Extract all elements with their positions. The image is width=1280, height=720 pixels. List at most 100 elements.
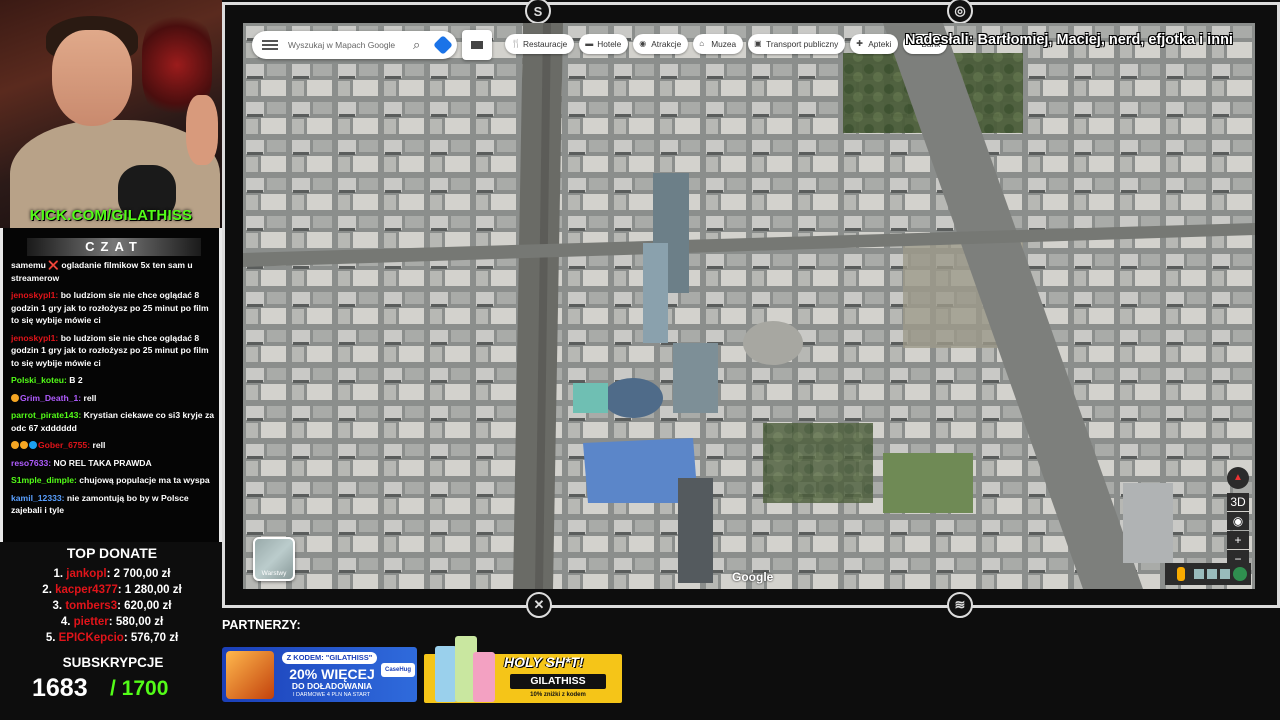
subs-goal: / 1700 — [110, 677, 169, 700]
streamer-hand — [186, 95, 218, 165]
chip-muzea[interactable]: ⌂ Muzea — [693, 34, 744, 54]
zoom-in-button[interactable]: + — [1227, 531, 1249, 549]
chip-label: Transport publiczny — [766, 39, 839, 49]
sponsor-title: HOLY SH*T! — [504, 654, 584, 670]
chat-username[interactable]: Grim_Death_1: — [20, 393, 81, 403]
chat-message: jenoskypl1: bo ludziom sie nie chce oglą… — [11, 289, 219, 327]
search-icon[interactable]: ⌕ — [413, 38, 427, 52]
sponsor-line: I DARMOWE 4 PLN NA START — [292, 692, 371, 698]
bed-icon: ▬ — [585, 39, 594, 48]
menu-icon[interactable] — [262, 40, 278, 50]
chat-username[interactable]: jenoskypl1: — [11, 333, 58, 343]
chat-text: rell — [92, 440, 106, 450]
partners-label: PARTNERZY: — [222, 618, 301, 632]
compass-icon[interactable]: ▲ — [1227, 467, 1249, 489]
layers-button[interactable]: Warstwy — [253, 537, 295, 581]
satellite-3d-view[interactable] — [243, 23, 1255, 589]
panel-icon — [471, 41, 483, 49]
chip-label: Atrakcje — [651, 39, 682, 49]
chat-panel: CZAT samemu ❌ ogladanie filmikow 5x ten … — [0, 228, 222, 542]
donate-row: 2. kacper4377: 1 280,00 zł — [0, 584, 224, 600]
chat-username[interactable]: jenoskypl1: — [11, 290, 58, 300]
chat-username[interactable]: Gober_6755: — [38, 440, 90, 450]
chat-message: jenoskypl1: bo ludziom sie nie chce oglą… — [11, 332, 219, 370]
chip-restauracje[interactable]: 🍴 Restauracje — [505, 34, 575, 54]
chat-message: Polski_koteu: B 2 — [11, 374, 219, 387]
street-view-thumb[interactable] — [1207, 569, 1217, 579]
donate-name: jankopl — [66, 568, 107, 580]
chat-text: B 2 — [69, 375, 83, 385]
sponsor-sub: 10% zniżki z kodem — [530, 692, 586, 698]
chat-message: S1mple_dimple: chujową populacje ma ta w… — [11, 474, 219, 487]
fork-knife-icon: 🍴 — [511, 39, 521, 48]
chat-message: samemu ❌ ogladanie filmikow 5x ten sam u… — [11, 259, 219, 284]
donate-row: 4. pietter: 580,00 zł — [0, 616, 224, 632]
pegman-icon[interactable] — [1177, 567, 1185, 581]
kick-url: KICK.COM/GILATHISS — [29, 207, 193, 224]
tilt-button[interactable]: 3D — [1227, 493, 1249, 511]
chip-transport-publiczny[interactable]: ▣ Transport publiczny — [748, 34, 846, 54]
category-chips: 🍴 Restauracje ▬ Hotele ◉ Atrakcje ⌂ Muzea ▣ Trans… — [505, 34, 948, 54]
donate-amount: : 620,00 zł — [117, 600, 172, 612]
chip-label: Apteki — [868, 39, 892, 49]
donate-row: 5. EPICKepcio: 576,70 zł — [0, 632, 224, 648]
street-view-thumb[interactable] — [1194, 569, 1204, 579]
donate-name: EPICKepcio — [58, 632, 124, 644]
sponsor-code: GILATHISS — [510, 674, 606, 689]
street-view-thumb[interactable] — [1220, 569, 1230, 579]
google-logo: Google — [732, 570, 774, 584]
donate-amount: : 2 700,00 zł — [106, 568, 171, 580]
donate-name: kacper4377 — [55, 584, 118, 596]
chat-message: kamil_12333: nie zamontują bo by w Polsc… — [11, 492, 219, 517]
collapse-panel-button[interactable] — [462, 30, 492, 60]
drink-cans-image — [427, 630, 499, 702]
google-maps-view[interactable]: Wyszukaj w Mapach Google ⌕ 🍴 Restauracje ▬… — [243, 23, 1255, 589]
chat-text: rell — [83, 392, 97, 403]
chip-label: Muzea — [711, 39, 737, 49]
sponsor-line: DO DOŁADOWANIA — [291, 681, 373, 691]
maps-search-input[interactable]: Wyszukaj w Mapach Google — [288, 40, 413, 50]
location-icon[interactable]: ◉ — [1227, 512, 1249, 530]
donate-rank: 5. — [45, 632, 56, 644]
credits-overlay: Nadesłali: Bartłomiej, Maciej, nerd, efj… — [905, 32, 1233, 48]
badge-icon — [11, 393, 19, 402]
donate-name: tombers3 — [65, 600, 118, 612]
pharmacy-icon: ✚ — [856, 39, 863, 48]
donate-row: 1. jankopl: 2 700,00 zł — [0, 568, 224, 584]
donate-row: 3. tombers3: 620,00 zł — [0, 600, 224, 616]
sponsor-banner-casehug[interactable]: Z KODEM: "GILATHISS" 20% WIĘCEJ DO DOŁAD… — [222, 647, 417, 702]
badge-icon — [20, 441, 28, 449]
chat-message: Gober_6755: rell — [11, 439, 219, 452]
globe-icon[interactable] — [1233, 567, 1247, 581]
chat-username[interactable]: kamil_12333: — [11, 493, 65, 503]
chip-hotele[interactable]: ▬ Hotele — [579, 34, 629, 54]
frame-grid-icon: ✕ — [526, 592, 552, 618]
sponsor-brand: CaseHug — [381, 663, 415, 677]
chat-message: reso7633: NO REL TAKA PRAWDA — [11, 457, 219, 470]
donate-rank: 3. — [52, 600, 63, 612]
chat-username[interactable]: Polski_koteu: — [11, 375, 67, 385]
donate-amount: : 580,00 zł — [108, 616, 164, 628]
maps-search-box[interactable]: Wyszukaj w Mapach Google ⌕ — [252, 31, 457, 59]
badge-icon — [29, 441, 37, 449]
streamer-face — [52, 30, 132, 126]
chat-title: CZAT — [27, 238, 201, 256]
chat-username[interactable]: parrot_pirate143: — [11, 410, 81, 420]
map-controls: ▲ 3D ◉ + − — [1227, 467, 1249, 569]
directions-icon[interactable] — [433, 35, 453, 55]
chip-apteki[interactable]: ✚ Apteki — [850, 34, 899, 54]
stream-overlay: KICK.COM/GILATHISS CZAT samemu ❌ ogladan… — [0, 0, 1280, 720]
sponsor-headline: 20% WIĘCEJ — [289, 666, 375, 682]
top-donate-title: TOP DONATE — [66, 545, 158, 561]
chat-username[interactable]: S1mple_dimple: — [11, 475, 77, 485]
webcam-feed: KICK.COM/GILATHISS — [0, 0, 222, 228]
donate-rank: 1. — [53, 568, 64, 580]
layers-label: Warstwy — [261, 570, 287, 577]
chat-username[interactable]: reso7633: — [11, 458, 51, 468]
chat-text: NO REL TAKA PRAWDA — [53, 457, 152, 468]
frame-logo-icon-bottom: ≋ — [947, 592, 973, 618]
chat-text: samemu ❌ ogladanie filmikow 5x ten sam u… — [11, 260, 193, 283]
chat-message: Grim_Death_1: rell — [11, 392, 219, 405]
badge-icon — [11, 441, 19, 449]
chip-atrakcje[interactable]: ◉ Atrakcje — [633, 34, 689, 54]
